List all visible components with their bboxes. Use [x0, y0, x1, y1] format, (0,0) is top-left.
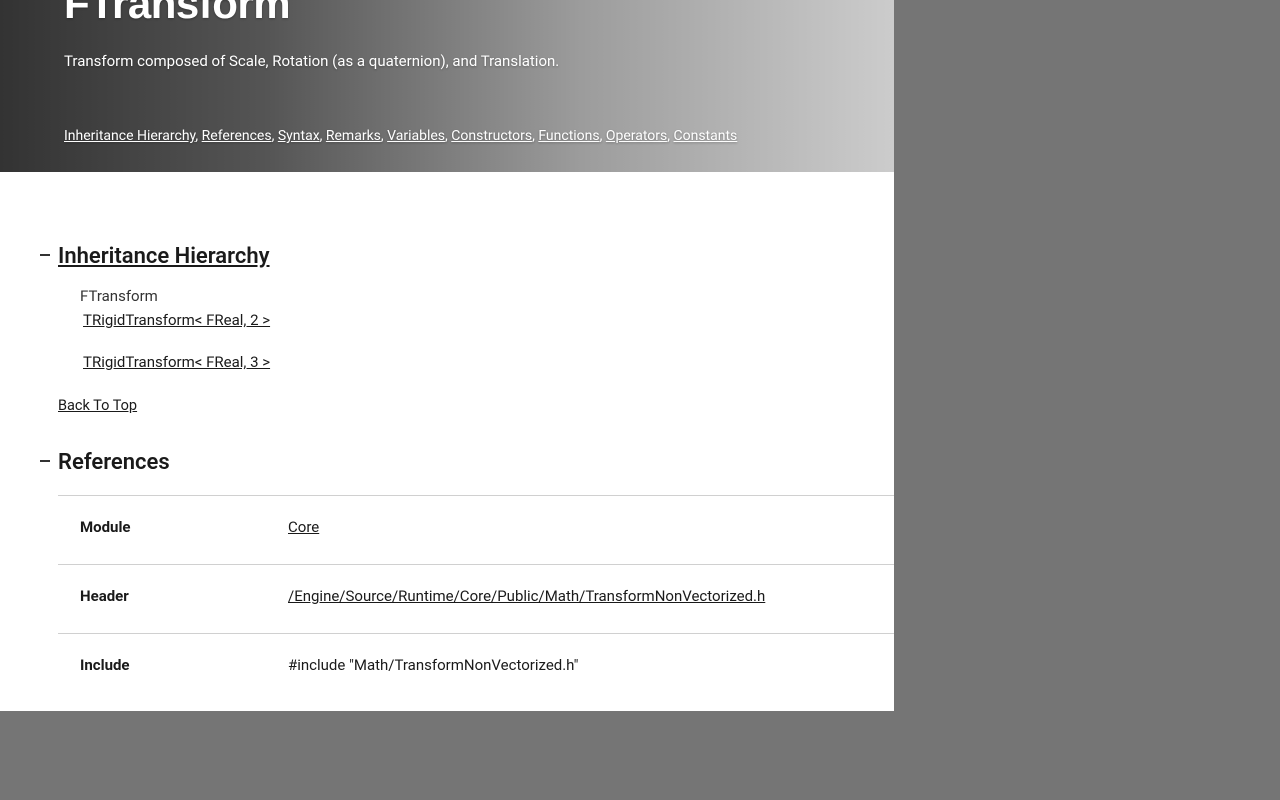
- collapse-icon[interactable]: [40, 254, 50, 256]
- hero-header: FTransform Transform composed of Scale, …: [0, 0, 894, 172]
- table-row: Header /Engine/Source/Runtime/Core/Publi…: [58, 564, 894, 633]
- nav-link-syntax[interactable]: Syntax: [278, 128, 320, 144]
- table-row: Include #include "Math/TransformNonVecto…: [58, 633, 894, 702]
- hierarchy-root: FTransform: [80, 287, 894, 305]
- row-value: /Engine/Source/Runtime/Core/Public/Math/…: [288, 587, 894, 605]
- header-link[interactable]: /Engine/Source/Runtime/Core/Public/Math/…: [288, 587, 765, 605]
- references-heading: References: [58, 450, 894, 475]
- row-label: Module: [58, 518, 288, 536]
- page-description: Transform composed of Scale, Rotation (a…: [64, 52, 830, 70]
- hierarchy-child: TRigidTransform< FReal, 2 >: [80, 311, 894, 329]
- row-value: #include "Math/TransformNonVectorized.h": [288, 656, 894, 674]
- collapse-icon[interactable]: [40, 460, 50, 462]
- references-table: Module Core Header /Engine/Source/Runtim…: [58, 495, 894, 702]
- section-nav: Inheritance Hierarchy, References, Synta…: [64, 128, 830, 144]
- hierarchy-child: TRigidTransform< FReal, 3 >: [80, 353, 894, 371]
- references-section: References Module Core Header /Engine/So…: [0, 450, 894, 702]
- nav-link-operators[interactable]: Operators: [606, 128, 667, 144]
- row-label: Include: [58, 656, 288, 674]
- documentation-page: FTransform Transform composed of Scale, …: [0, 0, 894, 711]
- hierarchy-link[interactable]: TRigidTransform< FReal, 3 >: [83, 353, 270, 371]
- inheritance-hierarchy-section: Inheritance Hierarchy FTransform TRigidT…: [0, 244, 894, 414]
- hierarchy-link[interactable]: TRigidTransform< FReal, 2 >: [83, 311, 270, 329]
- nav-link-inheritance[interactable]: Inheritance Hierarchy: [64, 128, 195, 144]
- module-link[interactable]: Core: [288, 518, 319, 536]
- content-area: Inheritance Hierarchy FTransform TRigidT…: [0, 172, 894, 702]
- nav-link-constructors[interactable]: Constructors: [451, 128, 532, 144]
- nav-link-constants[interactable]: Constants: [674, 128, 738, 144]
- inheritance-heading[interactable]: Inheritance Hierarchy: [58, 244, 894, 269]
- nav-link-variables[interactable]: Variables: [387, 128, 445, 144]
- row-label: Header: [58, 587, 288, 605]
- nav-link-functions[interactable]: Functions: [538, 128, 599, 144]
- back-to-top-link[interactable]: Back To Top: [58, 397, 137, 414]
- row-value: Core: [288, 518, 894, 536]
- page-title: FTransform: [64, 0, 830, 28]
- nav-link-remarks[interactable]: Remarks: [326, 128, 381, 144]
- table-row: Module Core: [58, 495, 894, 564]
- hierarchy-list: FTransform TRigidTransform< FReal, 2 > T…: [58, 287, 894, 371]
- nav-link-references[interactable]: References: [202, 128, 272, 144]
